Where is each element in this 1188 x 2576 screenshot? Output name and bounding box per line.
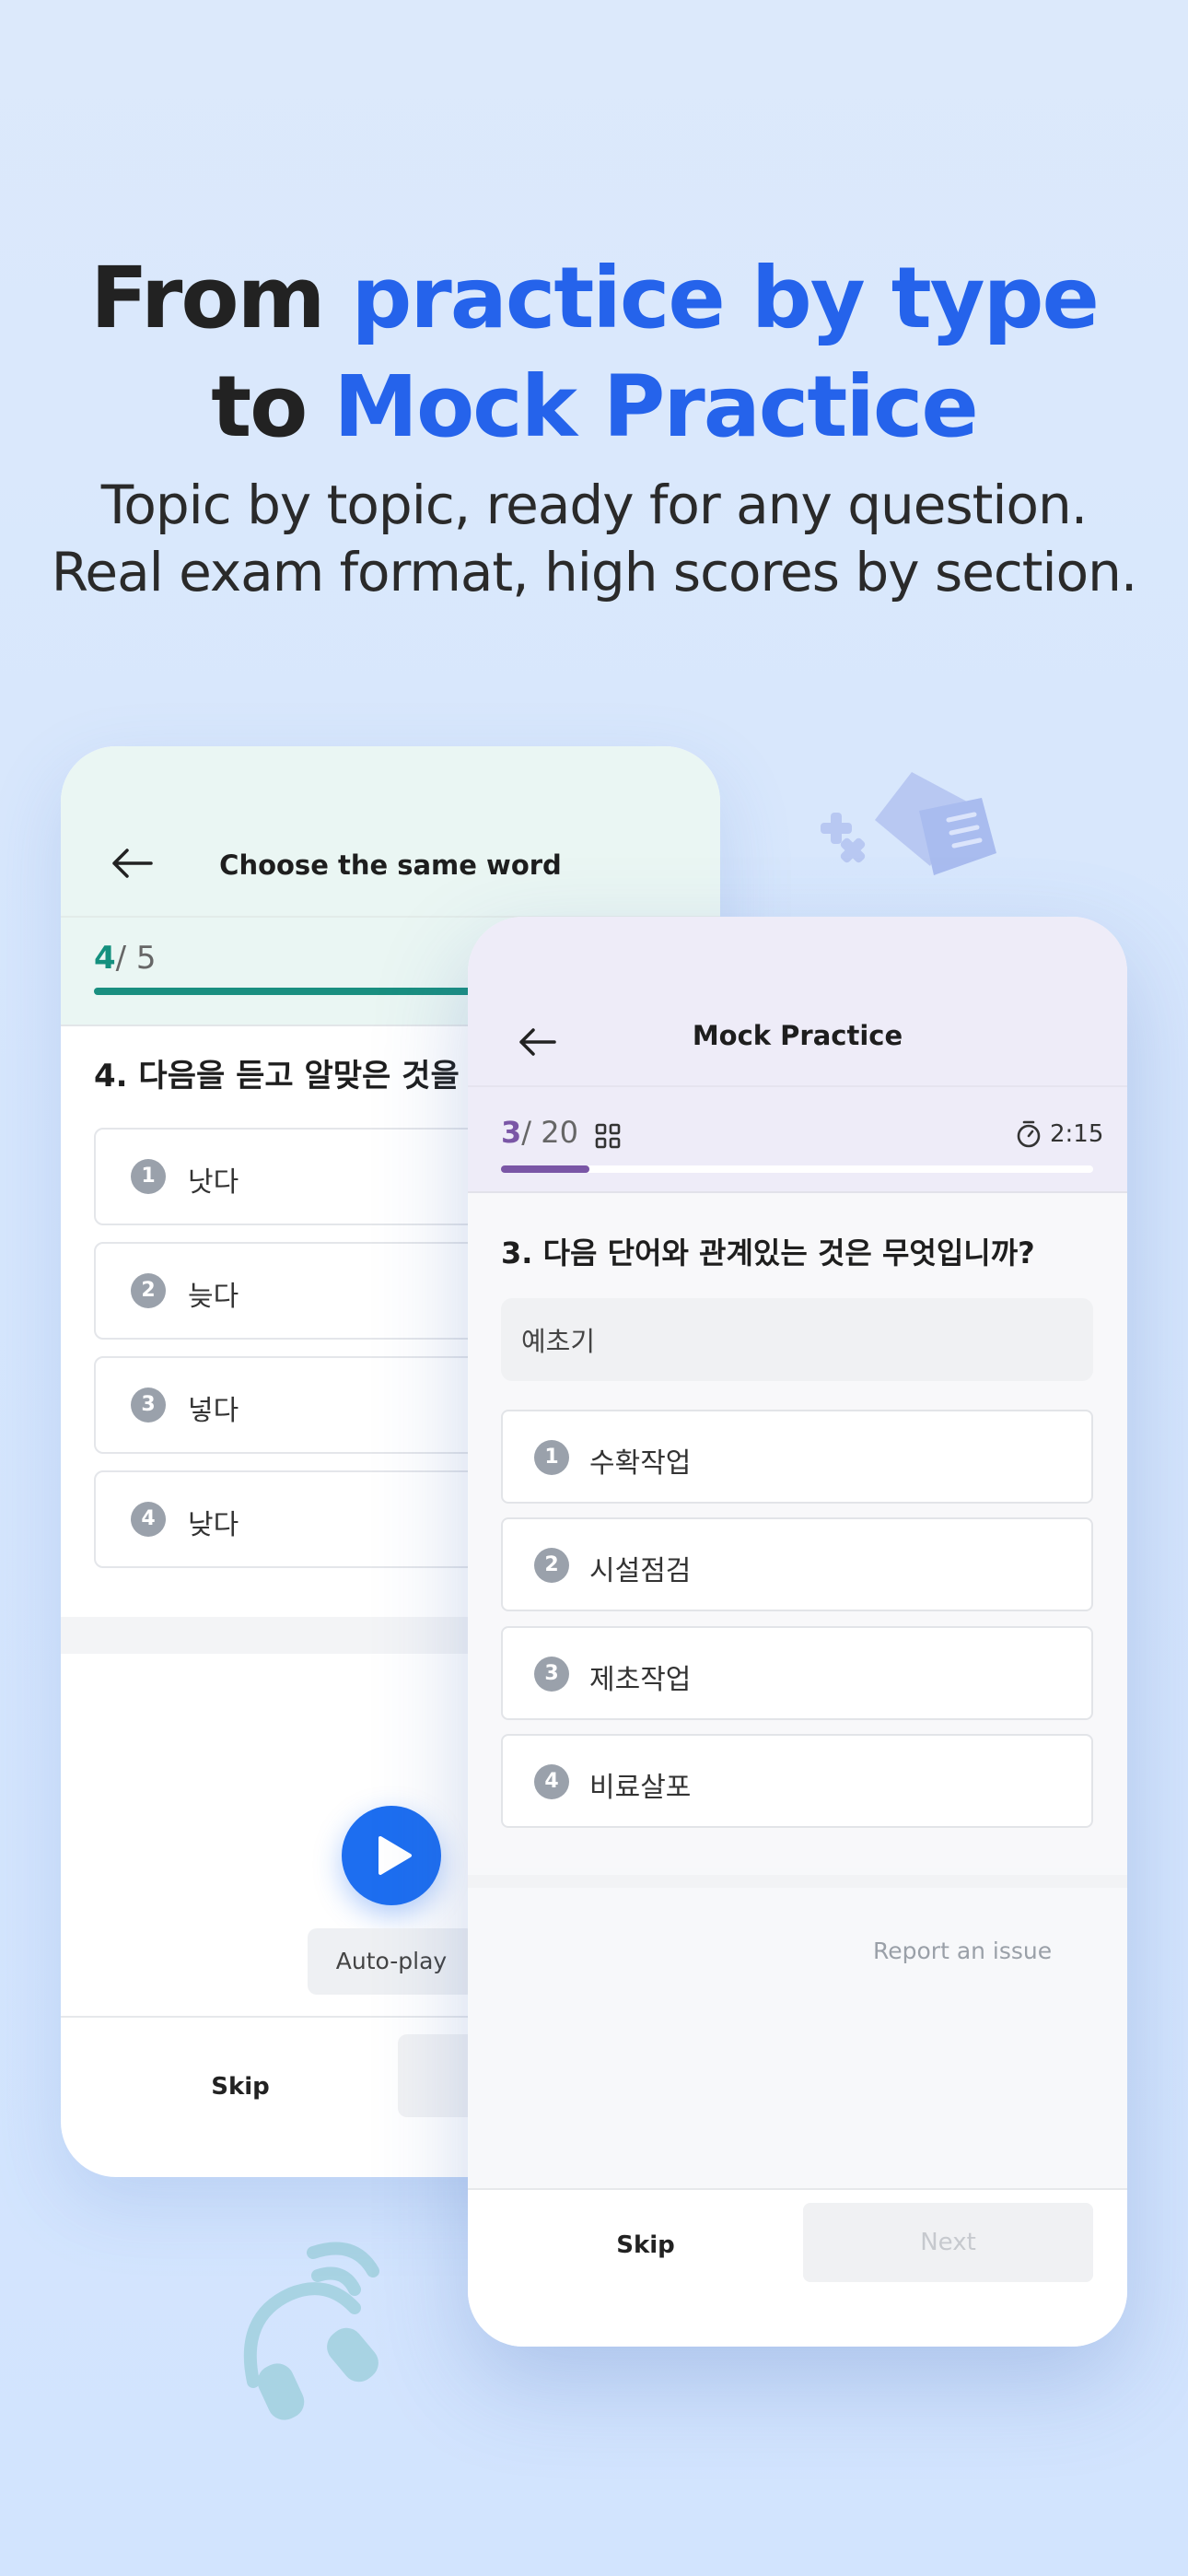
answer-option[interactable]: 3 제초작업 [501, 1626, 1093, 1720]
option-text: 넣다 [188, 1395, 239, 1427]
prompt-word: 예초기 [521, 1326, 596, 1357]
question-text: 3. 다음 단어와 관계있는 것은 무엇입니까? [501, 1235, 1035, 1270]
headline-accent: Mock Practice [333, 357, 978, 456]
headline: From practice by type to Mock Practice [0, 244, 1188, 462]
question-counter: 4/ 5 [94, 940, 157, 977]
subheadline-line-1: Topic by topic, ready for any question. [100, 474, 1088, 536]
timer-icon [1017, 1120, 1041, 1148]
option-number: 3 [131, 1388, 166, 1423]
play-icon [379, 1836, 412, 1875]
autoplay-toggle[interactable]: Auto-play [308, 1928, 475, 1995]
option-number: 3 [534, 1657, 569, 1692]
counter-current: 4 [94, 940, 116, 977]
report-issue-link[interactable]: Report an issue [873, 1938, 1052, 1964]
option-number: 1 [131, 1159, 166, 1194]
option-text: 낮다 [188, 1509, 239, 1541]
practice-header [61, 746, 720, 918]
counter-total: / 20 [521, 1115, 578, 1150]
mock-header [468, 917, 1127, 1087]
progress-fill [501, 1165, 589, 1173]
headline-line-2: to Mock Practice [0, 353, 1188, 462]
option-number: 2 [131, 1273, 166, 1308]
question-text: 4. 다음을 듣고 알맞은 것을 고르 [94, 1058, 529, 1095]
mock-title: Mock Practice [692, 1020, 903, 1051]
skip-button[interactable]: Skip [577, 2231, 715, 2259]
counter-current: 3 [501, 1115, 522, 1150]
next-button[interactable]: Next [803, 2203, 1093, 2282]
option-text: 비료살포 [589, 1772, 692, 1804]
headline-line-1: From practice by type [0, 244, 1188, 353]
option-text: 시설점검 [589, 1555, 692, 1587]
question-counter: 3/ 20 [501, 1115, 578, 1150]
option-text: 제초작업 [589, 1664, 692, 1696]
option-text: 수확작업 [589, 1447, 692, 1480]
option-number: 4 [131, 1502, 166, 1537]
timer-readout: 2:15 [1050, 1120, 1104, 1148]
mock-practice-phone-screen: Mock Practice 3/ 20 2:15 3. 다음 단어와 관계있는 … [468, 917, 1127, 2347]
headline-text: to [211, 357, 334, 456]
progress-track [501, 1165, 1093, 1173]
option-number: 2 [534, 1548, 569, 1583]
answer-option[interactable]: 1 수확작업 [501, 1410, 1093, 1504]
headline-text: From [90, 249, 352, 347]
headphones-icon [243, 2242, 379, 2420]
skip-button[interactable]: Skip [171, 2073, 309, 2101]
answer-option[interactable]: 4 비료살포 [501, 1734, 1093, 1828]
practice-title: Choose the same word [219, 849, 562, 881]
option-text: 낫다 [188, 1166, 239, 1199]
option-number: 4 [534, 1764, 569, 1799]
headline-accent: practice by type [351, 249, 1100, 347]
book-math-icon [821, 772, 996, 875]
subheadline: Topic by topic, ready for any question. … [0, 472, 1188, 606]
option-number: 1 [534, 1440, 569, 1475]
answer-option[interactable]: 2 시설점검 [501, 1517, 1093, 1611]
counter-total: / 5 [115, 940, 157, 977]
option-text: 늦다 [188, 1281, 239, 1313]
play-button[interactable] [342, 1806, 441, 1905]
lower-area [468, 1875, 1127, 2188]
footer-divider [468, 2188, 1127, 2190]
grid-icon[interactable] [595, 1123, 621, 1149]
subheadline-line-2: Real exam format, high scores by section… [51, 541, 1138, 603]
